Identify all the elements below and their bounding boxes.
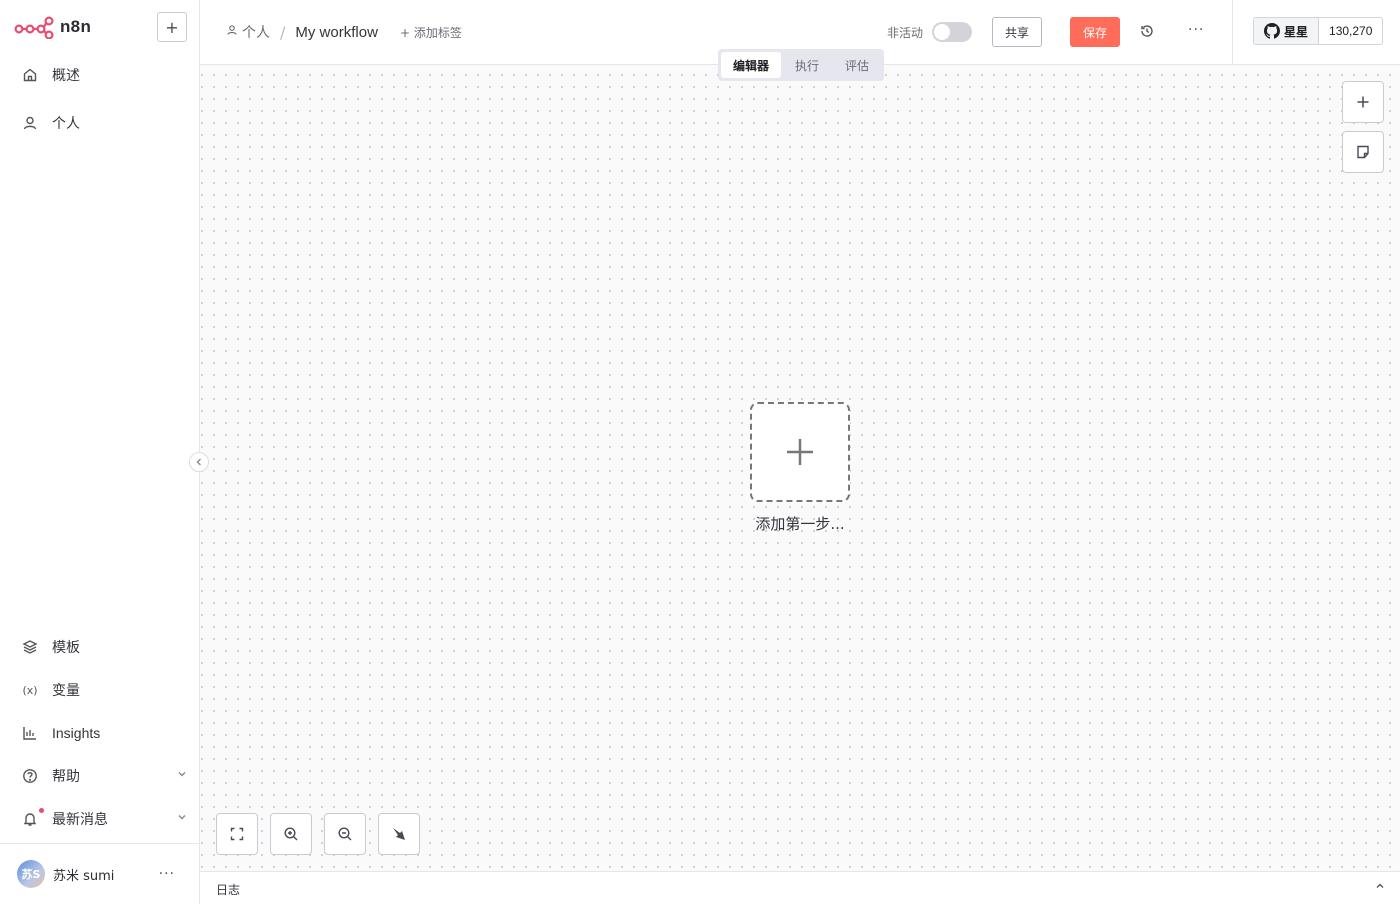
github-star-count[interactable]: 130,270 xyxy=(1319,18,1382,44)
sidebar-item-label: 变量 xyxy=(52,683,80,699)
sidebar-item-overview[interactable]: 概述 xyxy=(20,63,80,87)
github-star-label: 星星 xyxy=(1284,24,1309,39)
templates-icon xyxy=(20,637,40,657)
breadcrumb-separator: / xyxy=(280,22,286,42)
logo-text: n8n xyxy=(60,17,92,36)
logs-label: 日志 xyxy=(216,883,241,897)
tab-evaluations[interactable]: 评估 xyxy=(833,52,881,78)
notification-dot xyxy=(39,808,44,813)
zoom-in-icon xyxy=(284,827,298,841)
chevron-down-icon xyxy=(176,768,188,784)
sidebar-item-label: 帮助 xyxy=(52,769,80,785)
sidebar-item-whats-new[interactable]: 最新消息 xyxy=(20,807,186,831)
user-icon xyxy=(226,24,238,40)
sidebar-item-label: 模板 xyxy=(52,640,80,656)
more-options-icon[interactable]: ··· xyxy=(1188,22,1204,38)
save-button[interactable]: 保存 xyxy=(1070,17,1120,47)
plus-icon xyxy=(1357,96,1369,108)
more-icon[interactable]: ··· xyxy=(159,866,175,882)
zoom-to-fit-button[interactable] xyxy=(216,813,258,855)
add-first-step-button[interactable] xyxy=(750,402,850,502)
add-sticky-note-button[interactable] xyxy=(1342,131,1384,173)
fit-view-icon xyxy=(230,827,244,841)
sidebar-item-personal[interactable]: 个人 xyxy=(20,111,80,135)
add-node-button[interactable] xyxy=(1342,81,1384,123)
sidebar-item-help[interactable]: 帮助 xyxy=(20,764,186,788)
active-status-label: 非活动 xyxy=(887,26,924,40)
create-new-button[interactable]: + xyxy=(157,12,187,42)
sidebar-item-label: 概述 xyxy=(52,68,80,84)
workflow-name[interactable]: My workflow xyxy=(295,24,378,41)
sidebar-item-variables[interactable]: (x) 变量 xyxy=(20,678,80,702)
tab-editor[interactable]: 编辑器 xyxy=(721,52,782,78)
tidy-up-button[interactable] xyxy=(378,813,420,855)
view-tabs: 编辑器 执行 评估 xyxy=(718,49,885,81)
avatar: 苏S xyxy=(17,860,45,888)
user-name: 苏米 sumi xyxy=(53,868,115,884)
breadcrumb: 个人 / My workflow xyxy=(226,22,378,42)
workflow-canvas[interactable]: 添加第一步... xyxy=(200,65,1400,871)
header-divider xyxy=(1232,0,1233,65)
sticky-note-icon xyxy=(1357,145,1369,159)
user-menu[interactable]: 苏S 苏米 sumi ··· xyxy=(0,843,199,904)
n8n-logo-icon xyxy=(14,16,54,39)
sidebar-item-label: Insights xyxy=(52,725,101,741)
home-icon xyxy=(20,65,40,85)
chevron-up-icon[interactable] xyxy=(1374,880,1386,896)
github-icon xyxy=(1264,23,1280,39)
add-tag-button[interactable]: + 添加标签 xyxy=(400,24,462,41)
sidebar-item-insights[interactable]: Insights xyxy=(20,721,100,745)
zoom-out-icon xyxy=(338,827,352,841)
zoom-out-button[interactable] xyxy=(324,813,366,855)
tab-executions[interactable]: 执行 xyxy=(783,52,831,78)
chevron-left-icon xyxy=(196,458,201,466)
sidebar-item-label: 个人 xyxy=(52,116,80,132)
plus-icon xyxy=(787,439,813,465)
active-toggle[interactable] xyxy=(932,22,972,42)
history-icon[interactable] xyxy=(1139,23,1155,43)
github-star[interactable]: 星星 xyxy=(1254,18,1320,44)
sidebar: n8n + 概述 个人 模板 (x) 变量 Insights 帮助 最新消息 苏… xyxy=(0,0,200,904)
share-button[interactable]: 共享 xyxy=(992,17,1042,47)
github-star-button[interactable]: 星星 130,270 xyxy=(1253,17,1384,45)
zoom-in-button[interactable] xyxy=(270,813,312,855)
sidebar-item-label: 最新消息 xyxy=(52,812,108,828)
logo[interactable]: n8n xyxy=(14,15,91,39)
add-first-step-label: 添加第一步... xyxy=(755,515,845,533)
plus-icon: + xyxy=(165,17,179,37)
help-icon xyxy=(20,766,40,786)
logs-panel[interactable]: 日志 xyxy=(200,871,1400,904)
user-icon xyxy=(20,113,40,133)
bell-icon xyxy=(20,809,40,829)
insights-icon xyxy=(20,723,40,743)
broom-icon xyxy=(393,828,405,840)
variables-icon: (x) xyxy=(22,683,38,697)
collapse-sidebar-button[interactable] xyxy=(189,452,209,472)
sidebar-item-templates[interactable]: 模板 xyxy=(20,635,80,659)
chevron-down-icon xyxy=(176,811,188,827)
breadcrumb-project[interactable]: 个人 xyxy=(242,22,270,42)
